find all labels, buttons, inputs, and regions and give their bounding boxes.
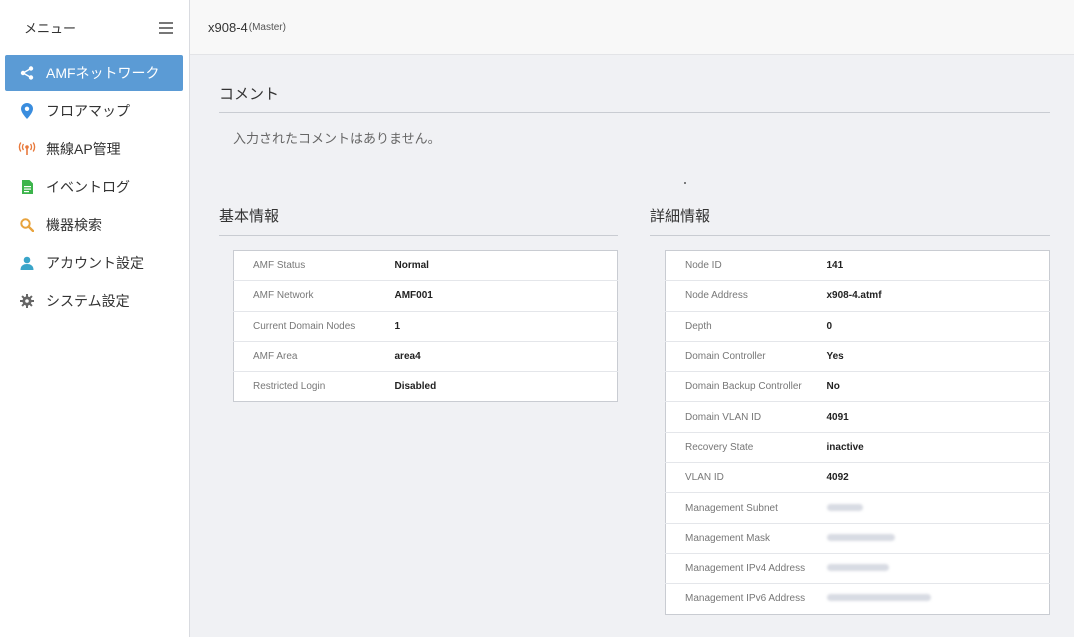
row-value-redacted: [826, 492, 1050, 524]
basic-info-table: AMF Status Normal AMF Network AMF001 Curre…: [233, 250, 618, 403]
wireless-ap-icon: [18, 140, 36, 158]
divider: [219, 112, 1050, 113]
row-value-redacted: [826, 522, 1050, 554]
redacted-value: [826, 594, 931, 602]
sidebar-item-label: 機器検索: [46, 217, 102, 233]
sidebar-nav: AMFネットワーク フロアマップ 無線AP管理 イベントログ 機器検索 アカウン…: [0, 55, 189, 319]
sidebar: メニュー AMFネットワーク フロアマップ 無線AP管理 イベントログ 機器検索…: [0, 0, 190, 637]
sidebar-item-device-search[interactable]: 機器検索: [5, 207, 183, 243]
table-row: Depth 0: [665, 310, 1050, 342]
sidebar-item-label: フロアマップ: [46, 103, 130, 119]
divider: [650, 235, 1050, 236]
comment-text: 入力されたコメントはありません。: [233, 131, 441, 146]
main-content: コメント 入力されたコメントはありません。 基本情報 詳細情報 AMF Stat…: [190, 55, 1074, 637]
table-row: Management IPv6 Address: [665, 583, 1050, 615]
row-value: 1: [394, 310, 618, 342]
sidebar-header: メニュー: [0, 0, 189, 55]
user-icon: [18, 254, 36, 272]
comment-title: コメント: [219, 86, 280, 103]
row-key: VLAN ID: [665, 462, 827, 493]
row-key: Management IPv6 Address: [665, 583, 827, 615]
sidebar-item-label: システム設定: [46, 293, 130, 309]
table-row: Recovery State inactive: [665, 431, 1050, 463]
row-value-redacted: [826, 583, 1050, 615]
document-icon: [18, 178, 36, 196]
row-key: Node ID: [685, 260, 722, 272]
row-value: AMF001: [394, 280, 618, 312]
row-key: Domain Backup Controller: [665, 371, 827, 402]
share-icon: [18, 64, 36, 82]
hamburger-menu-icon[interactable]: [159, 21, 173, 34]
row-value: No: [826, 371, 1050, 402]
table-row: Management Subnet: [665, 492, 1050, 524]
table-row: VLAN ID 4092: [665, 462, 1050, 493]
row-value: area4: [394, 340, 618, 372]
node-role: (Master): [248, 21, 286, 33]
row-value: 0: [826, 310, 1050, 342]
table-row: AMF Area area4: [233, 340, 618, 372]
row-key: Management Subnet: [665, 492, 827, 524]
redacted-value: [826, 503, 863, 511]
redacted-value: [826, 533, 895, 541]
table-row: Management Mask: [665, 522, 1050, 554]
row-key: Recovery State: [665, 431, 827, 463]
row-key: Current Domain Nodes: [233, 310, 395, 342]
map-pin-icon: [18, 102, 36, 120]
row-key: AMF Status: [253, 260, 306, 272]
table-row: Domain VLAN ID 4091: [665, 401, 1050, 433]
table-row: AMF Status Normal: [234, 251, 618, 281]
row-value: 4091: [826, 401, 1050, 433]
table-row: Current Domain Nodes 1: [233, 310, 618, 342]
table-row: Domain Backup Controller No: [665, 371, 1050, 402]
basic-info-title: 基本情報: [219, 208, 280, 225]
row-value: Normal: [394, 260, 429, 272]
node-name: x908-4: [208, 19, 248, 35]
row-key: Node Address: [665, 280, 827, 312]
table-row: Restricted Login Disabled: [233, 371, 618, 402]
detail-info-title: 詳細情報: [650, 208, 711, 225]
redacted-value: [826, 564, 889, 572]
row-value: 141: [826, 260, 844, 272]
sidebar-title: メニュー: [24, 21, 77, 36]
sidebar-item-label: AMFネットワーク: [46, 65, 160, 81]
row-value: Yes: [826, 340, 1050, 372]
row-key: AMF Area: [233, 340, 395, 372]
detail-info-table: Node ID 141 Node Address x908-4.atmf Depth…: [665, 250, 1050, 615]
sidebar-item-floor-map[interactable]: フロアマップ: [5, 93, 183, 129]
search-icon: [18, 216, 36, 234]
dot-mark: [684, 182, 686, 184]
row-value: inactive: [826, 431, 1050, 463]
sidebar-item-label: 無線AP管理: [46, 141, 121, 157]
row-key: Restricted Login: [233, 371, 395, 402]
table-row: Node Address x908-4.atmf: [665, 280, 1050, 312]
row-key: Domain Controller: [665, 340, 827, 372]
sidebar-item-amf-network[interactable]: AMFネットワーク: [5, 55, 183, 91]
row-key: Depth: [665, 310, 827, 342]
sidebar-item-account-settings[interactable]: アカウント設定: [5, 245, 183, 281]
row-key: Management Mask: [665, 522, 827, 554]
table-row: AMF Network AMF001: [233, 280, 618, 312]
top-bar: x908-4 (Master): [190, 0, 1074, 55]
row-value: 4092: [826, 462, 1050, 493]
row-key: Management IPv4 Address: [665, 552, 827, 584]
table-row: Management IPv4 Address: [665, 552, 1050, 584]
sidebar-item-label: イベントログ: [46, 179, 130, 195]
row-value: x908-4.atmf: [826, 280, 1050, 312]
sidebar-item-label: アカウント設定: [46, 255, 144, 271]
row-key: AMF Network: [233, 280, 395, 312]
table-row: Domain Controller Yes: [665, 340, 1050, 372]
row-value: Disabled: [394, 371, 618, 402]
sidebar-item-event-log[interactable]: イベントログ: [5, 169, 183, 205]
table-row: Node ID 141: [666, 251, 1050, 281]
row-key: Domain VLAN ID: [665, 401, 827, 433]
divider: [219, 235, 618, 236]
sidebar-item-wireless-ap[interactable]: 無線AP管理: [5, 131, 183, 167]
gear-icon: [18, 292, 36, 310]
sidebar-item-system-settings[interactable]: システム設定: [5, 283, 183, 319]
row-value-redacted: [826, 552, 1050, 584]
